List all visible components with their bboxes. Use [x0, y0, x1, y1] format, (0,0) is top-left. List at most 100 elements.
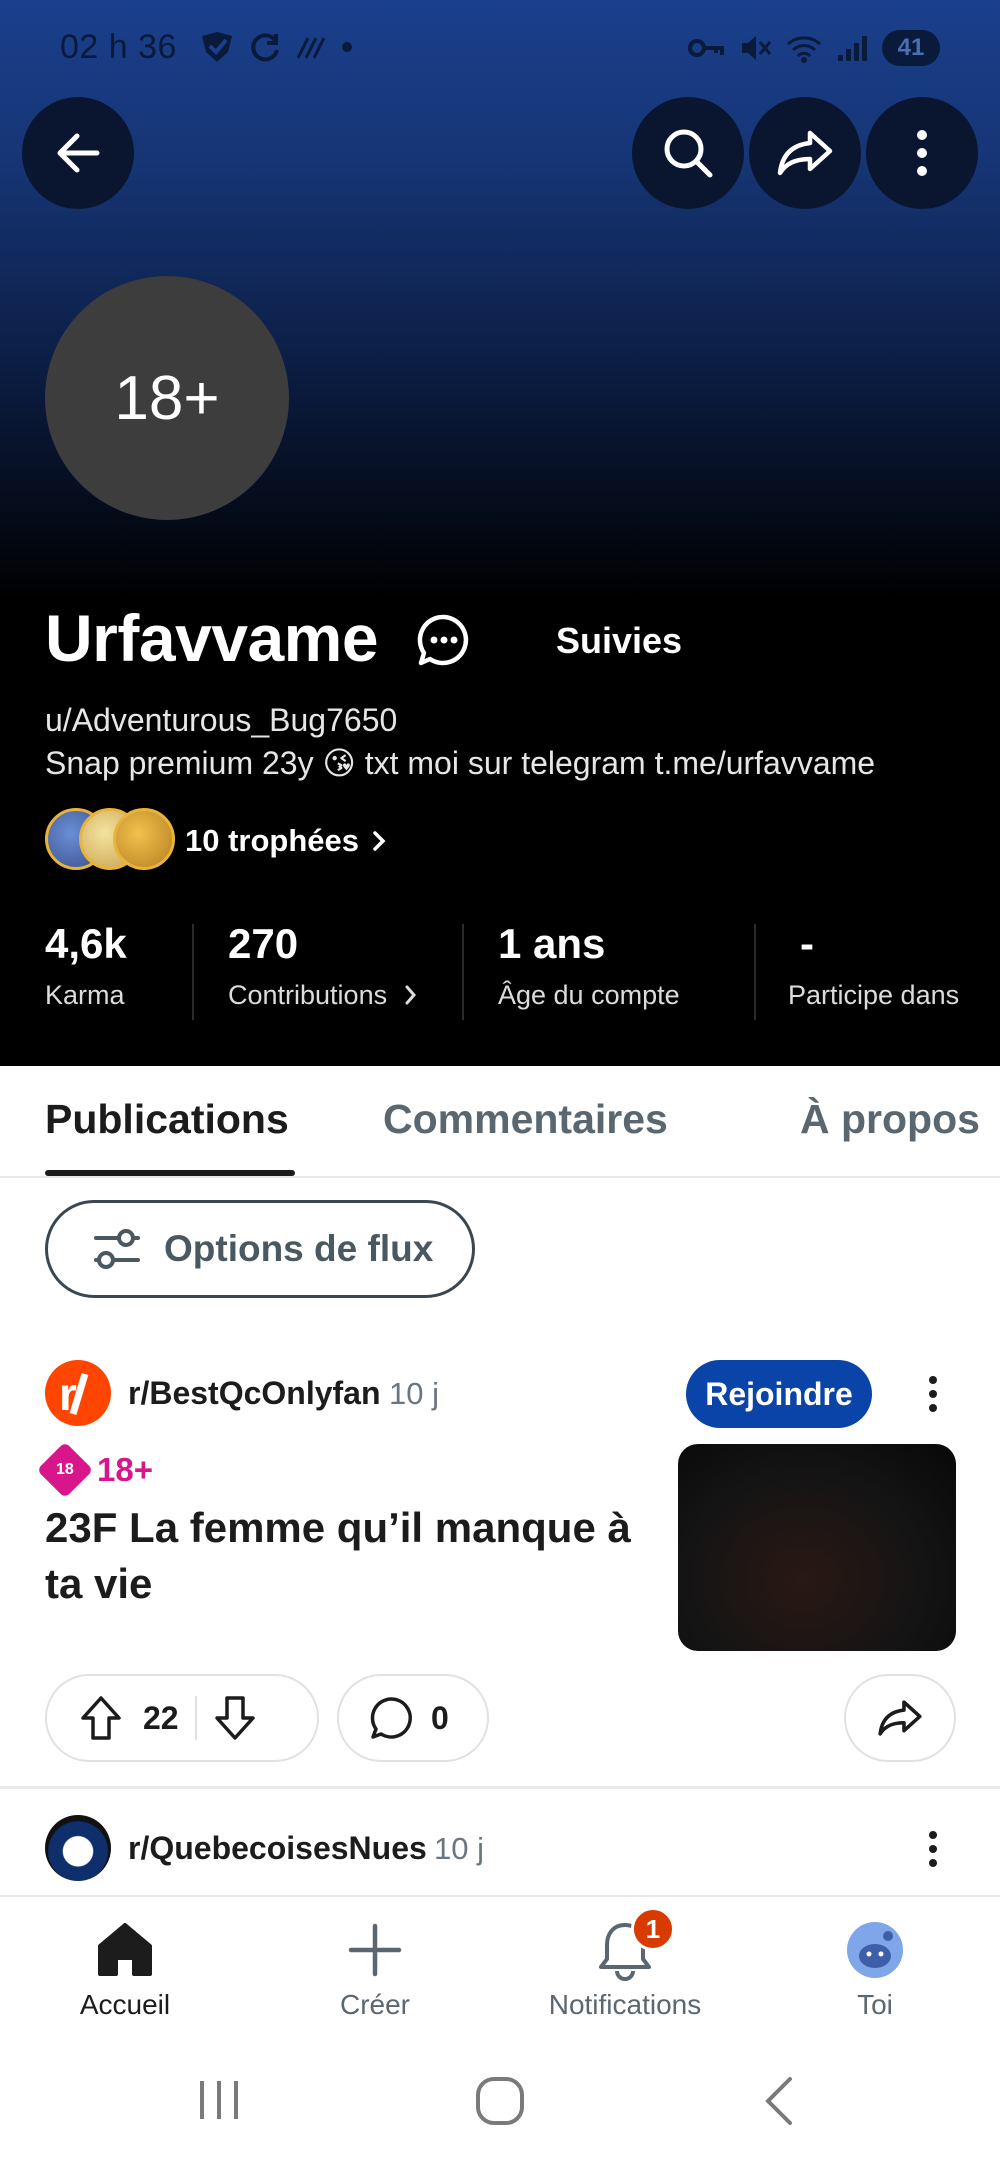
- chevron-right-icon: [373, 831, 386, 851]
- data-saver-icon: [296, 37, 326, 59]
- nav-icon-wrap: [345, 1917, 405, 1983]
- mute-icon: [742, 36, 772, 60]
- nav-label: Notifications: [548, 1989, 702, 2020]
- trophy-badge-icon: [113, 808, 175, 870]
- post-options-button[interactable]: [918, 1376, 948, 1412]
- status-notification-icons: [198, 30, 354, 64]
- stat-contributions[interactable]: 270 Contributions: [228, 920, 421, 1011]
- home-icon: [98, 1923, 152, 1976]
- profile-display-name: Urfavvame: [45, 601, 379, 675]
- back-button[interactable]: [22, 97, 134, 209]
- verified-shield-icon: [202, 32, 232, 62]
- nav-label: Toi: [857, 1989, 893, 2020]
- nav-home[interactable]: Accueil: [0, 1897, 250, 2035]
- status-time: 02 h 36: [60, 28, 177, 66]
- stat-karma: 4,6k Karma: [45, 920, 127, 1011]
- nav-label: Créer: [339, 1989, 410, 2020]
- nav-create[interactable]: Créer: [250, 1897, 500, 2035]
- post-age: 10 j: [434, 1831, 484, 1866]
- nav-icon-wrap: [845, 1917, 905, 1983]
- subreddit-name[interactable]: r/QuebecoisesNues: [128, 1830, 427, 1867]
- nav-notifications[interactable]: 1 Notifications: [500, 1897, 750, 2035]
- vote-separator: [194, 1696, 197, 1740]
- nsfw-label: 18+: [97, 1451, 153, 1488]
- post-title[interactable]: 23F La femme qu’il manque à ta vie: [45, 1500, 665, 1612]
- tab-comments[interactable]: Commentaires: [383, 1096, 668, 1143]
- stat-value: 1 ans: [498, 920, 606, 967]
- share-icon: [777, 130, 833, 176]
- sliders-icon: [94, 1229, 140, 1269]
- stat-divider: [462, 924, 464, 1020]
- active-tab-indicator: [45, 1170, 295, 1176]
- chat-bubble-icon: [417, 614, 469, 666]
- feed-options-button[interactable]: Options de flux: [45, 1200, 475, 1298]
- dot-icon: [342, 42, 352, 52]
- join-subreddit-button[interactable]: Rejoindre: [686, 1360, 872, 1428]
- profile-tabs: Publications Commentaires À propos: [0, 1066, 1000, 1178]
- follow-status-button[interactable]: Suivies: [556, 620, 682, 662]
- nsfw-badge-text: 18: [56, 1460, 74, 1478]
- nsfw-tag: 18 18+: [36, 1441, 153, 1499]
- trophies-label: 10 trophées: [185, 823, 360, 858]
- downvote-icon[interactable]: [213, 1694, 257, 1742]
- signal-icon: [838, 36, 867, 61]
- nsfw-badge-icon: 18: [36, 1441, 94, 1499]
- notification-badge: 1: [631, 1907, 675, 1951]
- stat-divider: [754, 924, 756, 1020]
- profile-avatar: 18+: [45, 276, 289, 520]
- home-system-icon[interactable]: [474, 2075, 526, 2127]
- post-age: 10 j: [389, 1376, 439, 1411]
- plus-icon: [348, 1923, 402, 1977]
- back-system-icon[interactable]: [760, 2075, 800, 2127]
- system-navigation-bar: [0, 2033, 1000, 2167]
- battery-indicator: 41: [882, 30, 940, 66]
- upvote-icon[interactable]: [79, 1694, 123, 1742]
- comment-icon: [370, 1697, 412, 1739]
- search-button[interactable]: [632, 97, 744, 209]
- tab-about[interactable]: À propos: [800, 1096, 980, 1143]
- share-post-button[interactable]: [844, 1674, 956, 1762]
- post-options-button[interactable]: [918, 1831, 948, 1867]
- reddit-r-icon: r: [59, 1368, 89, 1420]
- user-avatar-icon: [847, 1922, 903, 1978]
- comment-count: 0: [431, 1699, 449, 1736]
- arrow-left-icon: [57, 133, 100, 173]
- post-thumbnail[interactable]: [678, 1444, 956, 1651]
- start-chat-button[interactable]: [416, 612, 472, 673]
- stat-value: -: [800, 920, 814, 967]
- more-options-button[interactable]: [866, 97, 978, 209]
- stat-value: 270: [228, 920, 299, 967]
- sync-icon: [251, 33, 279, 62]
- feed-options-label: Options de flux: [164, 1228, 434, 1269]
- tab-publications[interactable]: Publications: [45, 1096, 289, 1143]
- stat-divider: [192, 924, 194, 1020]
- nav-label: Accueil: [79, 1989, 171, 2020]
- stat-label: Contributions: [228, 980, 421, 1011]
- status-bar: 02 h 36 41: [0, 18, 1000, 78]
- status-system-icons: 41: [688, 30, 940, 66]
- trophies-link[interactable]: 10 trophées: [45, 808, 391, 874]
- wifi-icon: [787, 36, 821, 63]
- search-icon: [664, 129, 713, 178]
- comments-button[interactable]: 0: [337, 1674, 489, 1762]
- vote-control: 22: [45, 1674, 319, 1762]
- stat-account-age: 1 ans Âge du compte: [498, 920, 680, 1011]
- post-divider: [0, 1786, 1000, 1789]
- subreddit-icon[interactable]: [45, 1815, 111, 1881]
- recent-apps-icon[interactable]: [196, 2077, 242, 2123]
- key-icon: [688, 39, 724, 57]
- share-icon: [878, 1700, 922, 1736]
- profile-stats: 4,6k Karma 270 Contributions 1 ans Âge d…: [0, 920, 1000, 1020]
- chevron-right-icon: [405, 985, 416, 1005]
- trophy-icons: [45, 808, 175, 874]
- profile-bio: Snap premium 23y 😘 txt moi sur telegram …: [45, 745, 876, 781]
- nav-profile[interactable]: Toi: [750, 1897, 1000, 2035]
- stat-label-text: Contributions: [228, 980, 388, 1010]
- bottom-navigation: Accueil Créer 1 Notifications Toi: [0, 1895, 1000, 2033]
- stat-participates-in: - Participe dans: [788, 920, 959, 1011]
- stat-label: Karma: [45, 980, 125, 1010]
- subreddit-icon[interactable]: r: [45, 1360, 111, 1426]
- profile-username: u/Adventurous_Bug7650: [45, 702, 398, 738]
- subreddit-name[interactable]: r/BestQcOnlyfan: [128, 1375, 381, 1412]
- share-profile-button[interactable]: [749, 97, 861, 209]
